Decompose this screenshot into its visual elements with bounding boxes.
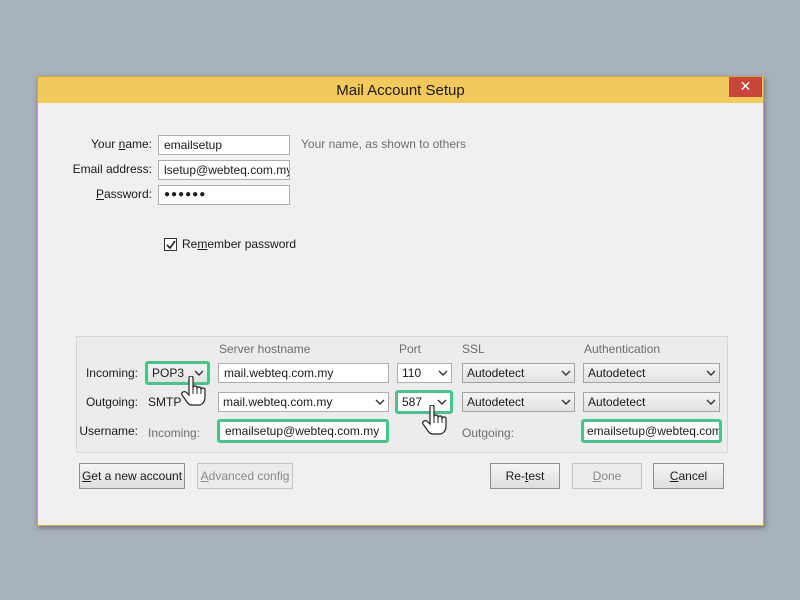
your-name-label: Your name: <box>91 137 152 151</box>
incoming-label: Incoming: <box>85 366 138 380</box>
incoming-port-combo[interactable]: 110 <box>397 363 452 383</box>
incoming-port-value: 110 <box>402 366 422 380</box>
incoming-protocol-value: POP3 <box>152 366 185 380</box>
chevron-down-icon <box>561 370 571 376</box>
chevron-down-icon <box>438 370 448 376</box>
password-label: Password: <box>95 187 152 201</box>
chevron-down-icon <box>706 399 716 405</box>
cancel-button[interactable]: Cancel <box>653 463 724 489</box>
incoming-auth-value: Autodetect <box>588 366 646 380</box>
outgoing-hostname-value: mail.webteq.com.my <box>223 395 333 409</box>
email-address-label: Email address: <box>72 162 152 176</box>
header-authentication: Authentication <box>584 342 661 356</box>
hand-pointer-icon <box>422 405 447 435</box>
username-label: Username: <box>79 424 138 438</box>
outgoing-auth-select[interactable]: Autodetect <box>583 392 720 412</box>
outgoing-auth-value: Autodetect <box>588 395 646 409</box>
dialog-title: Mail Account Setup <box>336 82 465 99</box>
mail-account-setup-dialog: Mail Account Setup ✕ Your name: emailset… <box>37 76 764 526</box>
chevron-down-icon <box>561 399 571 405</box>
outgoing-ssl-select[interactable]: Autodetect <box>462 392 575 412</box>
username-incoming-label: Incoming: <box>148 426 201 440</box>
chevron-down-icon <box>375 399 385 405</box>
password-input[interactable]: ●●●●●● <box>158 185 290 205</box>
advanced-config-button[interactable]: Advanced config <box>197 463 293 489</box>
close-button[interactable]: ✕ <box>729 77 762 97</box>
server-settings-panel: Server hostname Port SSL Authentication … <box>76 336 728 453</box>
close-icon: ✕ <box>739 79 752 95</box>
username-outgoing-label: Outgoing: <box>462 426 515 440</box>
outgoing-port-value: 587 <box>402 395 423 409</box>
outgoing-hostname-combo[interactable]: mail.webteq.com.my <box>218 392 389 412</box>
header-port: Port <box>399 342 422 356</box>
your-name-input[interactable]: emailsetup <box>158 135 290 155</box>
incoming-ssl-value: Autodetect <box>467 366 525 380</box>
your-name-hint: Your name, as shown to others <box>301 137 466 151</box>
remember-password-label: Remember password <box>182 237 297 251</box>
chevron-down-icon <box>706 370 716 376</box>
title-bar: Mail Account Setup ✕ <box>38 77 763 103</box>
header-ssl: SSL <box>462 342 485 356</box>
retest-button[interactable]: Re-test <box>490 463 560 489</box>
header-server-hostname: Server hostname <box>219 342 311 356</box>
email-address-input[interactable]: lsetup@webteq.com.my <box>158 160 290 180</box>
incoming-username-input[interactable]: emailsetup@webteq.com.my <box>217 419 389 443</box>
remember-password-checkbox[interactable] <box>164 238 177 251</box>
hand-pointer-icon <box>181 376 206 406</box>
incoming-auth-select[interactable]: Autodetect <box>583 363 720 383</box>
outgoing-ssl-value: Autodetect <box>467 395 525 409</box>
outgoing-username-input[interactable]: emailsetup@webteq.com <box>581 419 722 443</box>
dialog-body: Your name: emailsetup Your name, as show… <box>40 103 761 523</box>
outgoing-protocol: SMTP <box>148 395 182 409</box>
get-new-account-button[interactable]: Get a new account <box>79 463 185 489</box>
outgoing-label: Outgoing: <box>85 395 138 409</box>
checkmark-icon <box>166 240 176 250</box>
incoming-ssl-select[interactable]: Autodetect <box>462 363 575 383</box>
incoming-hostname-input[interactable]: mail.webteq.com.my <box>218 363 389 383</box>
done-button[interactable]: Done <box>572 463 642 489</box>
